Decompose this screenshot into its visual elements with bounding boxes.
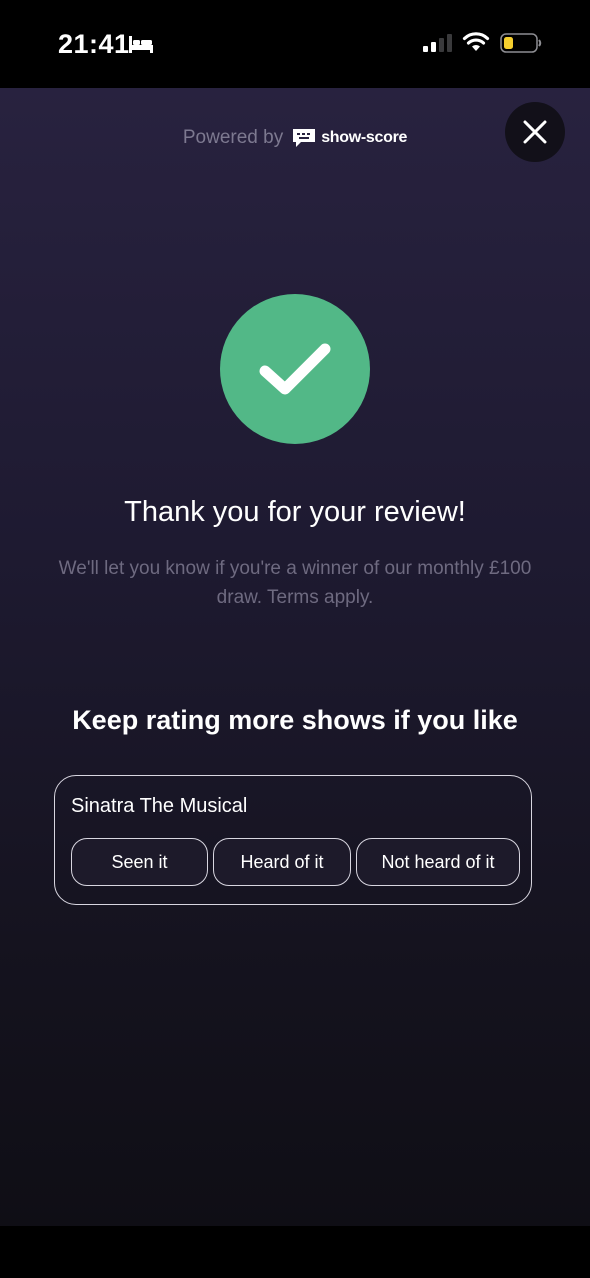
close-icon xyxy=(523,120,547,144)
brand-logo: show-score xyxy=(291,127,407,149)
status-time: 21:41 xyxy=(58,29,130,59)
wifi-icon xyxy=(462,32,490,51)
show-card: Sinatra The Musical Seen it Heard of it … xyxy=(54,775,532,905)
checkmark-icon xyxy=(259,343,331,395)
status-bar: 21:41 xyxy=(0,0,590,88)
show-name: Sinatra The Musical xyxy=(71,795,248,817)
powered-by-label: Powered by xyxy=(182,127,284,148)
home-indicator-area xyxy=(0,1226,590,1278)
brand-name: show-score xyxy=(321,129,408,146)
review-success-screen: Powered by show-score Thank you for your… xyxy=(0,88,590,1226)
heard-of-it-button[interactable]: Heard of it xyxy=(213,838,351,886)
speech-bubble-icon xyxy=(293,129,316,147)
success-badge xyxy=(220,294,370,444)
keep-rating-title: Keep rating more shows if you like xyxy=(72,705,518,735)
not-heard-of-it-button[interactable]: Not heard of it xyxy=(356,838,520,886)
draw-message: We'll let you know if you're a winner of… xyxy=(58,558,532,608)
bed-icon xyxy=(129,36,153,53)
seen-it-button[interactable]: Seen it xyxy=(71,838,208,886)
phone-screen: 21:41 Powered by show-score Thank you fo… xyxy=(0,0,590,1278)
thank-you-title: Thank you for your review! xyxy=(124,496,466,528)
powered-by: Powered by show-score xyxy=(0,124,590,152)
close-button[interactable] xyxy=(505,102,565,162)
battery-icon xyxy=(500,33,542,53)
cellular-signal-icon xyxy=(423,34,452,52)
